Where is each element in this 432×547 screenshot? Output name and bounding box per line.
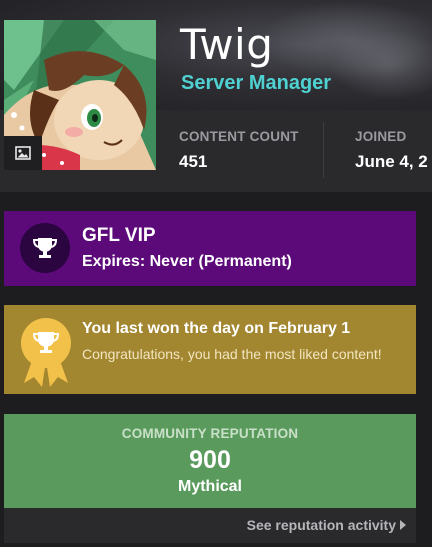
reputation-label: COMMUNITY REPUTATION (121, 426, 299, 441)
vip-card: GFL VIP Expires: Never (Permanent) (4, 211, 416, 286)
vip-badge (20, 223, 70, 273)
stat-label: CONTENT COUNT (179, 129, 299, 144)
trophy-icon (32, 238, 58, 258)
reputation-title: Mythical (177, 478, 242, 495)
image-icon (15, 146, 31, 160)
see-reputation-activity-link[interactable]: See reputation activity (247, 517, 406, 533)
stat-value[interactable]: 451 (179, 151, 299, 173)
profile-usergroup: Server Manager (181, 72, 332, 94)
day-winner-description: Congratulations, you had the most liked … (82, 346, 382, 362)
change-avatar-button[interactable] (4, 136, 42, 170)
trophy-ribbon-icon (20, 317, 72, 391)
vip-title: GFL VIP (82, 225, 156, 246)
chevron-right-icon (400, 520, 406, 530)
stat-value: June 4, 2 (355, 152, 428, 171)
profile-username: Twig (180, 20, 274, 69)
stat-divider (323, 122, 324, 178)
reputation-footer: See reputation activity (4, 508, 416, 543)
stat-joined: JOINED June 4, 2 (355, 128, 428, 173)
reputation-link-label: See reputation activity (246, 517, 396, 533)
stat-label: JOINED (355, 129, 407, 144)
reputation-card: COMMUNITY REPUTATION 900 Mythical (4, 414, 416, 508)
stat-content-count: CONTENT COUNT 451 (179, 128, 299, 173)
day-winner-card: You last won the day on February 1 Congr… (4, 305, 416, 394)
day-winner-title: You last won the day on February 1 (82, 320, 351, 337)
vip-expiry: Expires: Never (Permanent) (82, 253, 292, 270)
reputation-value: 900 (189, 446, 231, 474)
